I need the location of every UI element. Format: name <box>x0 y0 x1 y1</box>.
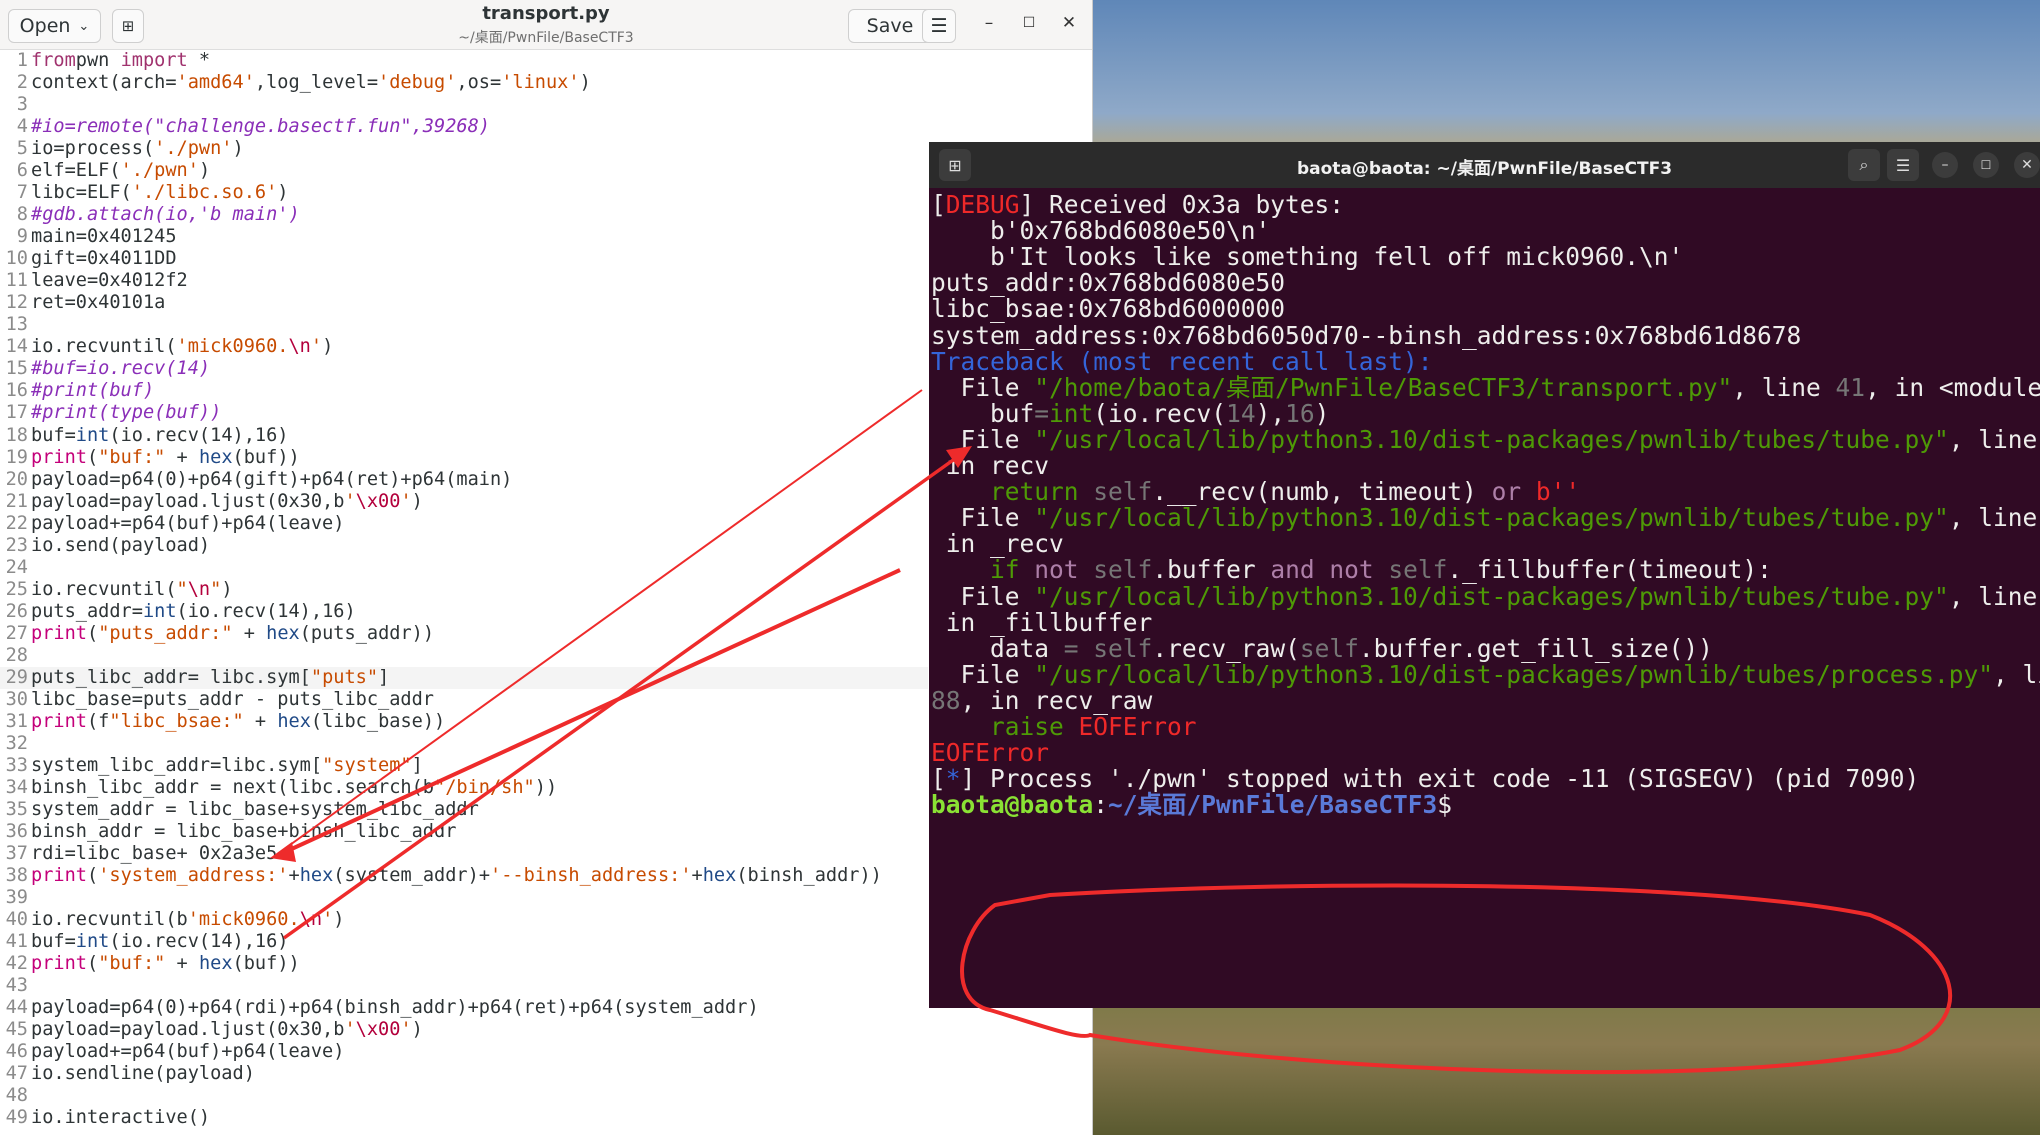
annotation-circle <box>960 883 1953 1075</box>
annotation-arrow-line-thin <box>275 389 923 856</box>
annotation-arrowhead-right <box>946 446 972 468</box>
annotation-overlay <box>270 389 1953 1075</box>
annotation-arrowhead-left <box>270 842 296 862</box>
annotation-arrow-line-2 <box>284 568 901 854</box>
